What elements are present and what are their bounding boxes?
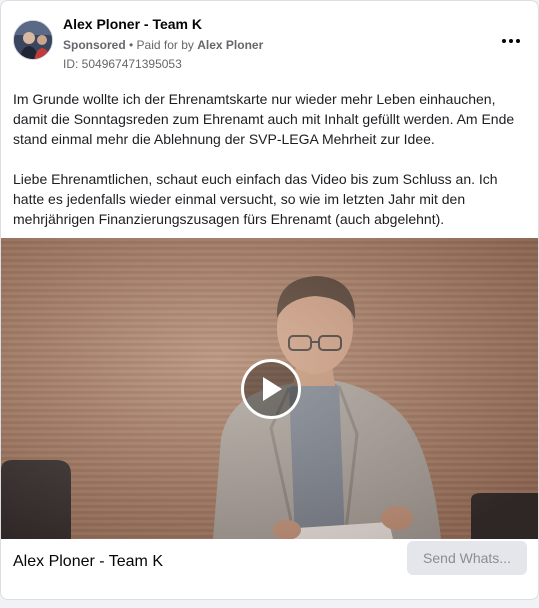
more-horizontal-icon <box>502 39 506 43</box>
send-whatsapp-button[interactable]: Send Whats... <box>407 541 527 575</box>
post-footer: Alex Ploner - Team K Send Whats... <box>1 539 538 599</box>
more-horizontal-icon <box>516 39 520 43</box>
paid-for-label: Paid for by <box>136 38 198 52</box>
video-player[interactable] <box>1 238 538 539</box>
play-button[interactable] <box>241 359 301 419</box>
more-options-button[interactable] <box>496 29 526 53</box>
play-icon <box>263 377 282 401</box>
footer-title: Alex Ploner - Team K <box>13 553 163 570</box>
separator: • <box>125 38 137 52</box>
body-paragraph: Liebe Ehrenamtlichen, schaut euch einfac… <box>13 171 498 227</box>
post-body: Im Grunde wollte ich der Ehrenamtskarte … <box>13 89 528 229</box>
avatar[interactable] <box>13 20 53 60</box>
ad-card: Alex Ploner - Team K Sponsored • Paid fo… <box>0 0 539 600</box>
post-meta: Alex Ploner - Team K Sponsored • Paid fo… <box>63 15 263 73</box>
sponsored-label: Sponsored <box>63 38 126 52</box>
sponsored-line: Sponsored • Paid for by Alex Ploner <box>63 36 263 54</box>
more-horizontal-icon <box>509 39 513 43</box>
page-name[interactable]: Alex Ploner - Team K <box>63 15 263 33</box>
ad-id: ID: 504967471395053 <box>63 57 182 71</box>
paid-for-name: Alex Ploner <box>197 38 264 52</box>
post-header: Alex Ploner - Team K Sponsored • Paid fo… <box>13 15 526 71</box>
body-paragraph: Im Grunde wollte ich der Ehrenamtskarte … <box>13 91 515 147</box>
